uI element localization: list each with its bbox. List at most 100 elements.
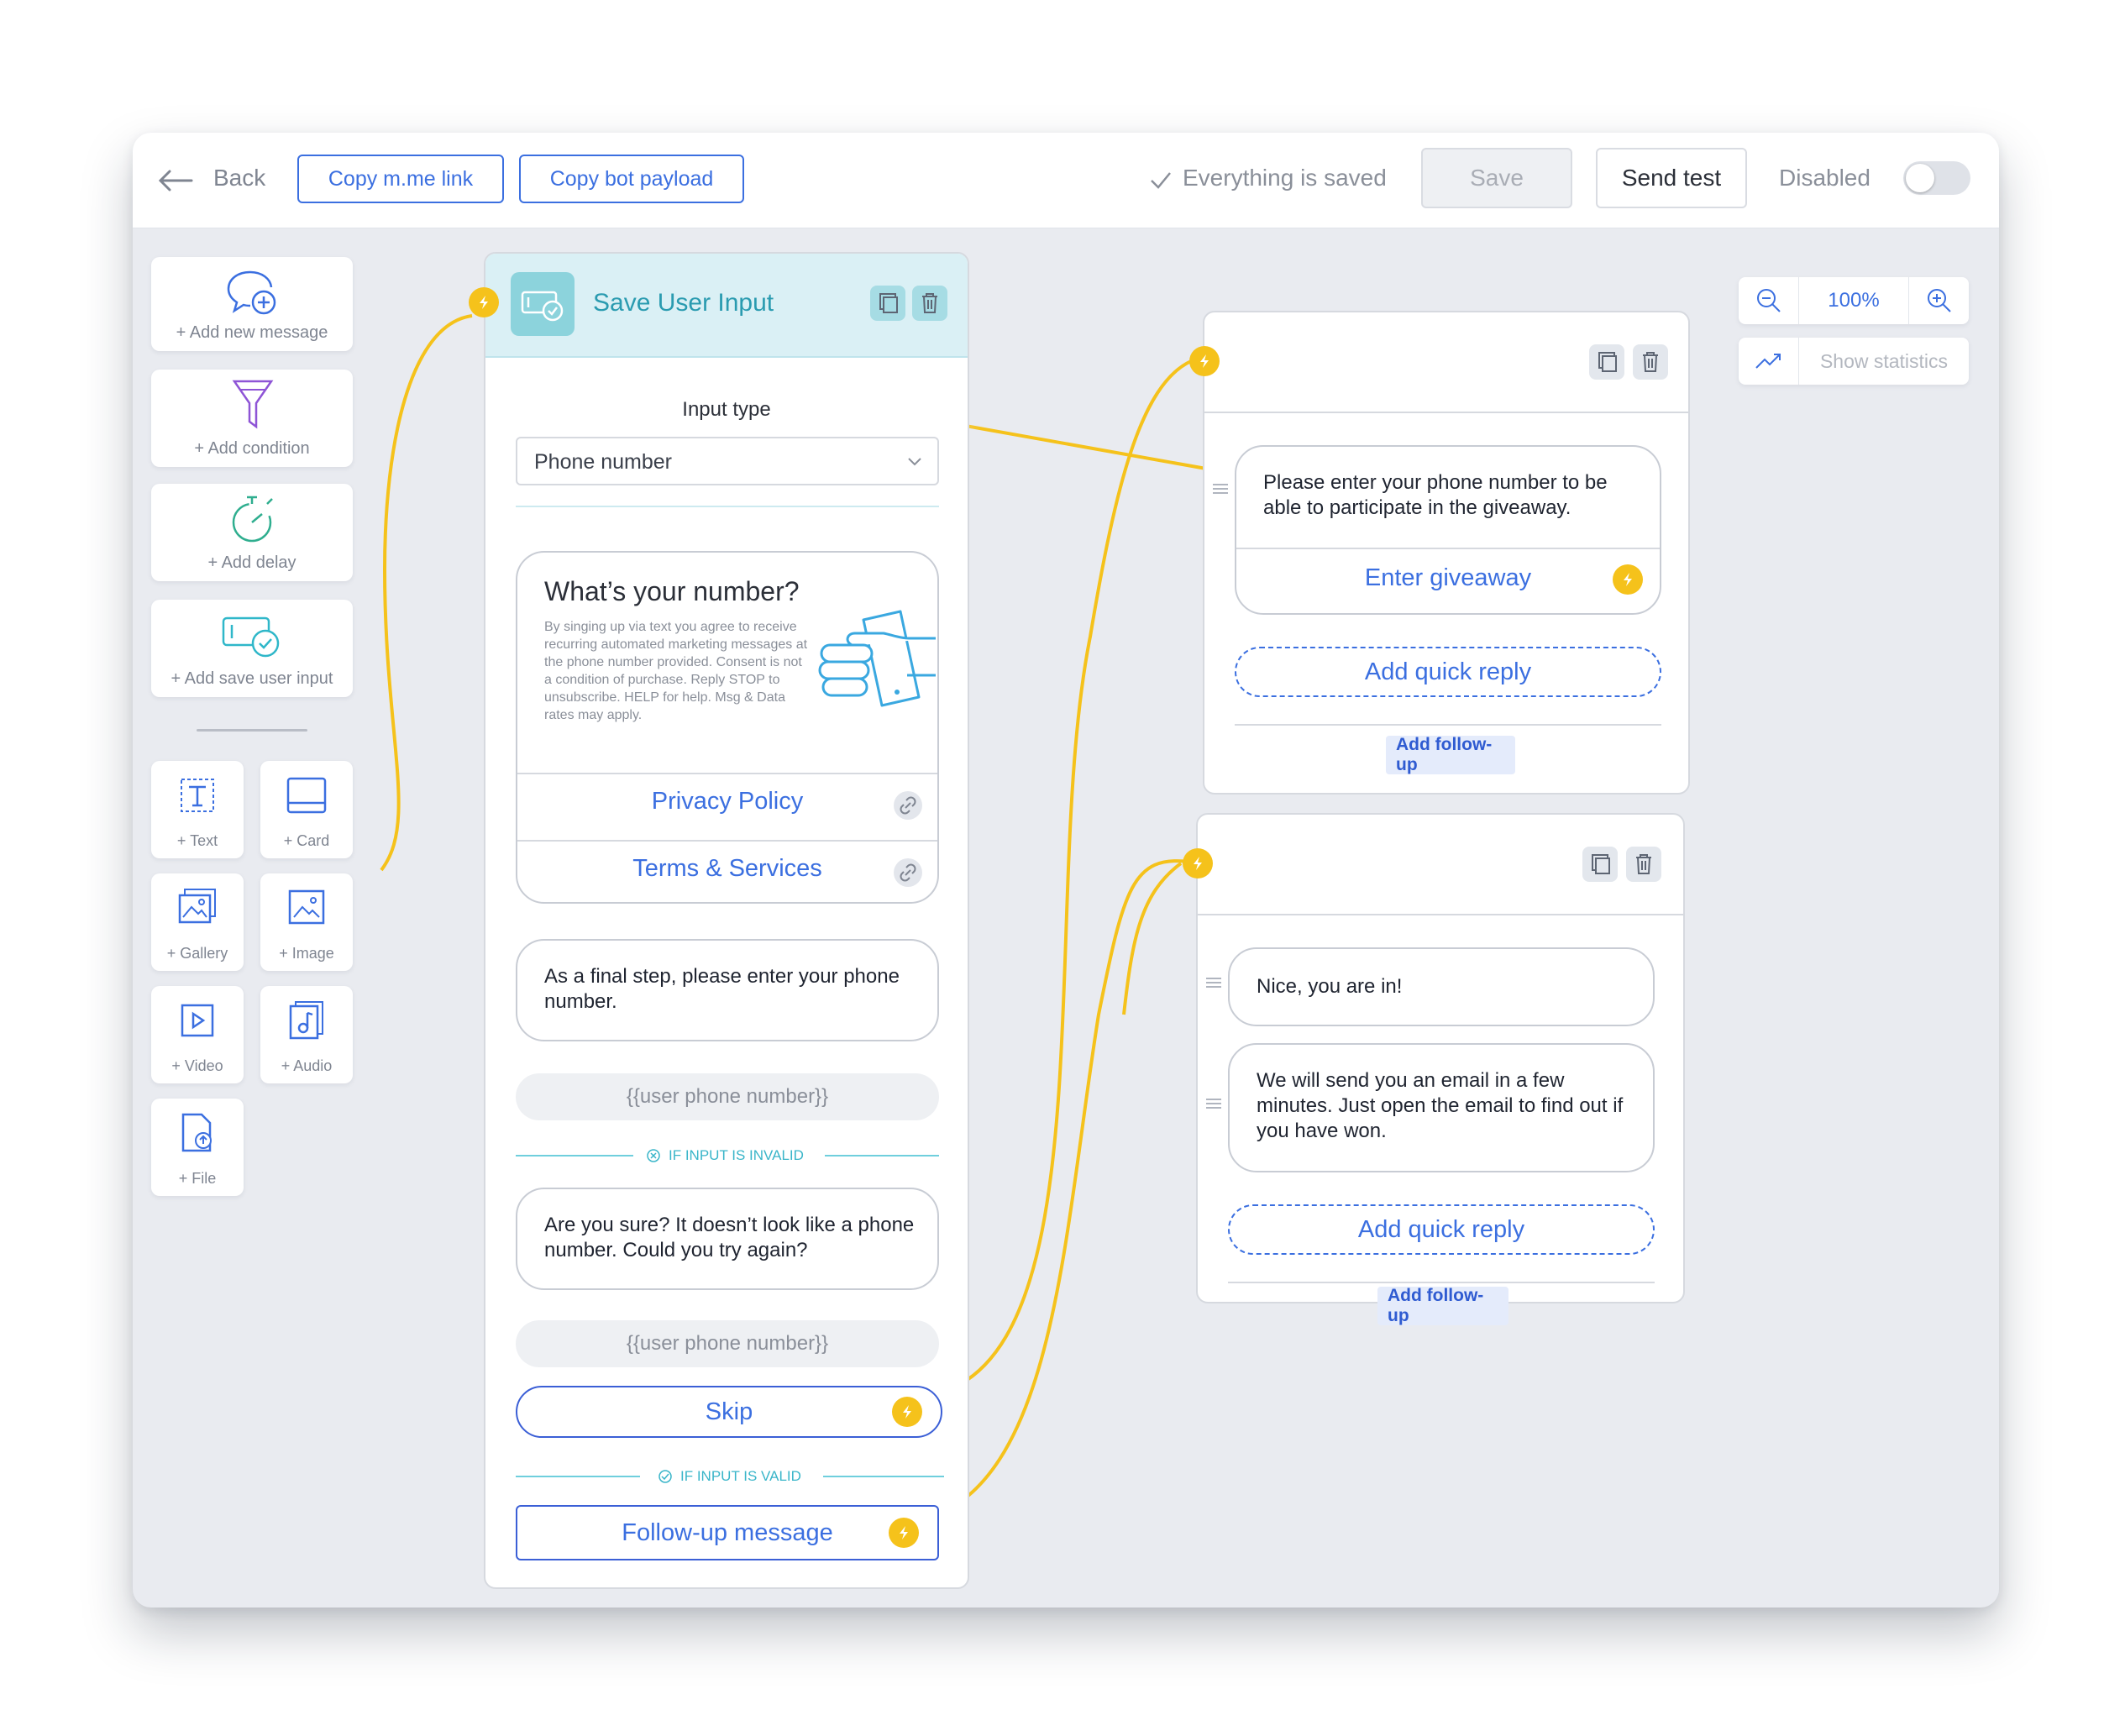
variable-pill[interactable]: {{user phone number}} <box>516 1073 939 1120</box>
add-text-label: + Text <box>176 832 218 849</box>
bolt-icon <box>1194 857 1202 870</box>
message-node-giveaway[interactable]: Please enter your phone number to be abl… <box>1189 311 1690 795</box>
copy-icon <box>879 293 898 313</box>
trash-icon <box>1643 352 1658 372</box>
zoom-out-button[interactable] <box>1739 277 1799 324</box>
gallery-icon <box>178 889 216 924</box>
valid-input-label: IF INPUT IS VALID <box>680 1468 801 1484</box>
card-divider <box>517 840 937 842</box>
prompt-message[interactable]: As a final step, please enter your phone… <box>516 939 939 1041</box>
follow-up-label: Follow-up message <box>622 1518 833 1546</box>
delete-button[interactable] <box>912 286 947 321</box>
card-icon <box>286 777 327 814</box>
card-description: By singing up via text you agree to rece… <box>544 620 808 722</box>
back-button[interactable]: Back <box>213 165 265 191</box>
add-card-tool[interactable]: + Card <box>260 761 353 858</box>
delete-button[interactable] <box>1626 847 1661 882</box>
send-test-button[interactable]: Send test <box>1596 148 1747 208</box>
privacy-policy-link[interactable]: Privacy Policy <box>517 788 937 816</box>
follow-up-connector[interactable] <box>889 1518 919 1548</box>
prompt-message-text: As a final step, please enter your phone… <box>544 965 900 1013</box>
zoom-out-icon <box>1756 289 1781 312</box>
save-input-icon <box>222 616 280 658</box>
statistics-icon-wrap <box>1739 338 1799 385</box>
variable-pill[interactable]: {{user phone number}} <box>516 1320 939 1367</box>
input-type-select[interactable]: Phone number <box>516 437 939 485</box>
show-statistics-label: Show statistics <box>1819 349 1949 372</box>
separator-line <box>516 1155 633 1156</box>
input-type-label: Input type <box>682 398 771 421</box>
skip-connector[interactable] <box>892 1397 922 1427</box>
link-icon <box>894 791 922 820</box>
drag-handle-icon[interactable] <box>1206 1099 1221 1109</box>
add-image-label: + Image <box>279 945 334 962</box>
bolt-icon <box>1200 354 1209 368</box>
duplicate-button[interactable] <box>1589 344 1624 380</box>
add-follow-up-button[interactable]: Add follow-up <box>1377 1286 1508 1325</box>
bot-status-label: Disabled <box>1779 165 1871 191</box>
separator-line <box>825 1155 939 1156</box>
retry-message[interactable]: Are you sure? It doesn’t look like a pho… <box>516 1188 939 1290</box>
bolt-icon <box>1624 573 1632 586</box>
card-title: What’s your number? <box>544 576 800 606</box>
add-gallery-tool[interactable]: + Gallery <box>151 873 244 971</box>
copy-bot-payload-button[interactable]: Copy bot payload <box>519 155 744 203</box>
copy-mme-link-button[interactable]: Copy m.me link <box>297 155 504 203</box>
add-gallery-label: + Gallery <box>166 945 228 962</box>
video-icon <box>181 1004 214 1037</box>
message-node-confirmation[interactable]: Nice, you are in! We will send you an em… <box>1183 813 1685 1303</box>
terms-services-link[interactable]: Terms & Services <box>517 855 937 883</box>
confirmation-message[interactable]: Nice, you are in! <box>1228 947 1655 1026</box>
back-arrow-icon[interactable] <box>158 170 193 191</box>
save-button[interactable]: Save <box>1421 148 1572 208</box>
add-image-tool[interactable]: + Image <box>260 873 353 971</box>
add-new-message-label: + Add new message <box>176 323 328 342</box>
check-icon <box>1151 172 1171 189</box>
add-audio-tool[interactable]: + Audio <box>260 986 353 1083</box>
incoming-connector[interactable] <box>1189 346 1220 376</box>
delete-button[interactable] <box>1633 344 1668 380</box>
follow-up-message-button[interactable]: Follow-up message <box>516 1505 939 1560</box>
enter-giveaway-connector[interactable] <box>1613 564 1643 595</box>
add-follow-up-button[interactable]: Add follow-up <box>1386 735 1515 774</box>
add-save-user-input-tool[interactable]: + Add save user input <box>151 600 353 697</box>
retry-message-text: Are you sure? It doesn’t look like a pho… <box>544 1214 915 1261</box>
chevron-down-icon <box>908 458 921 466</box>
invalid-input-label: IF INPUT IS INVALID <box>669 1147 804 1163</box>
save-user-input-node[interactable]: Save User Input Input type Phone number <box>469 252 969 1589</box>
email-message[interactable]: We will send you an email in a few minut… <box>1228 1043 1655 1172</box>
add-condition-tool[interactable]: + Add condition <box>151 370 353 467</box>
trash-icon <box>922 293 937 313</box>
bot-builder-window: Back Copy m.me link Copy bot payload Eve… <box>133 133 1999 1608</box>
drag-handle-icon[interactable] <box>1206 978 1221 988</box>
skip-button[interactable]: Skip <box>516 1386 942 1438</box>
duplicate-button[interactable] <box>1582 847 1618 882</box>
check-circle-icon <box>658 1470 672 1483</box>
add-condition-label: + Add condition <box>194 439 310 458</box>
enter-giveaway-button[interactable]: Enter giveaway <box>1236 564 1660 592</box>
toolbox-divider <box>197 729 307 732</box>
drag-handle-icon[interactable] <box>1213 484 1228 494</box>
add-new-message-tool[interactable]: + Add new message <box>151 257 353 351</box>
duplicate-button[interactable] <box>870 286 905 321</box>
bot-enable-toggle[interactable] <box>1903 161 1970 195</box>
consent-card[interactable]: What’s your number? By singing up via te… <box>516 551 939 904</box>
add-quick-reply-button[interactable]: Add quick reply <box>1228 1204 1655 1255</box>
node-header[interactable]: Save User Input <box>485 254 968 358</box>
add-file-tool[interactable]: + File <box>151 1099 244 1196</box>
separator-line <box>516 1476 640 1477</box>
zoom-in-button[interactable] <box>1908 277 1969 324</box>
show-statistics-button[interactable]: Show statistics <box>1739 338 1969 385</box>
giveaway-message[interactable]: Please enter your phone number to be abl… <box>1235 445 1661 615</box>
incoming-connector[interactable] <box>469 287 499 317</box>
add-quick-reply-button[interactable]: Add quick reply <box>1235 647 1661 697</box>
incoming-connector[interactable] <box>1183 848 1213 878</box>
add-text-tool[interactable]: + Text <box>151 761 244 858</box>
add-file-label: + File <box>178 1170 217 1187</box>
add-delay-tool[interactable]: + Add delay <box>151 484 353 581</box>
toggle-knob <box>1906 164 1934 192</box>
add-card-label: + Card <box>283 832 330 849</box>
bolt-icon <box>903 1405 911 1419</box>
copy-icon <box>1598 352 1617 372</box>
add-video-tool[interactable]: + Video <box>151 986 244 1083</box>
